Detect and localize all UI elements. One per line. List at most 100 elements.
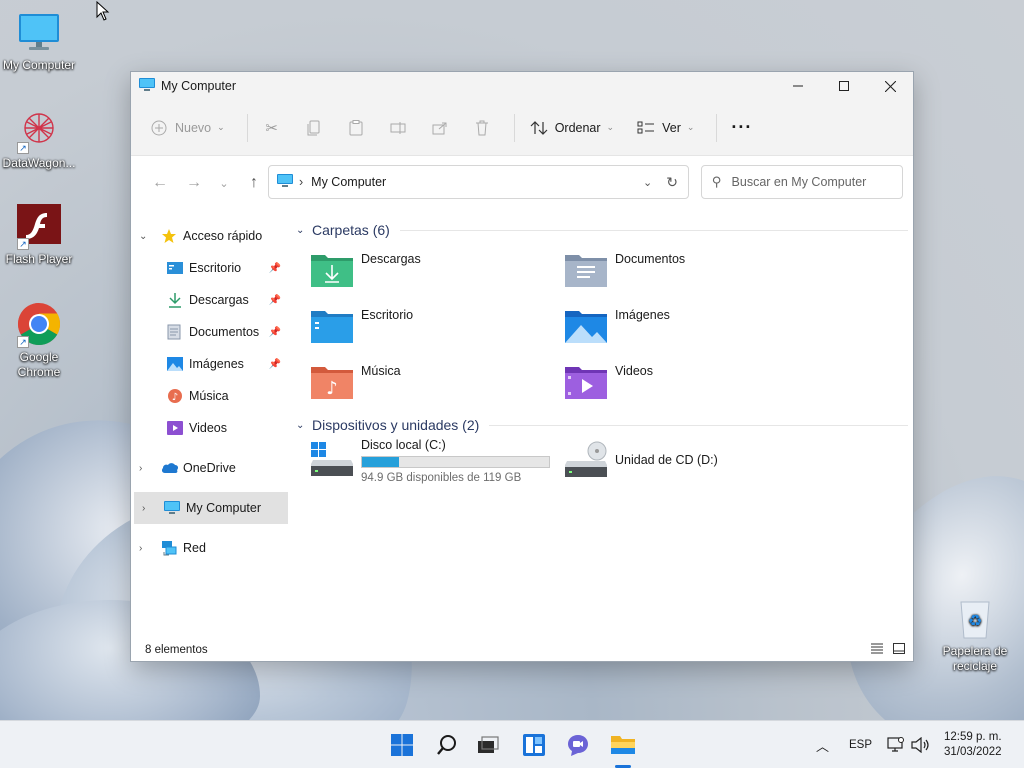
sidebar-item-label: Acceso rápido — [183, 229, 263, 243]
desktop-icon-recycle-bin[interactable]: ♻ Papelera de reciclaje — [936, 598, 1014, 674]
start-button[interactable] — [386, 729, 418, 761]
recent-locations-button[interactable]: ⌄ — [211, 177, 237, 190]
folder-imagenes[interactable]: Imágenes — [565, 308, 670, 344]
chevron-up-icon: ︿ — [816, 738, 830, 754]
refresh-button[interactable]: ↻ — [666, 174, 678, 191]
file-explorer-taskbar-button[interactable] — [607, 729, 639, 761]
sidebar-item-videos[interactable]: Videos — [131, 412, 291, 444]
desktop-icon-label: Papelera de reciclaje — [942, 644, 1008, 673]
view-button[interactable]: Ver ⌄ — [636, 118, 694, 138]
forward-button[interactable]: → — [177, 174, 211, 192]
folder-label: Imágenes — [615, 308, 670, 322]
minimize-button[interactable] — [775, 72, 821, 100]
delete-button[interactable] — [472, 118, 492, 138]
devices-group-header[interactable]: ⌄ Dispositivos y unidades (2) — [296, 415, 908, 435]
chevron-down-icon: ⌄ — [217, 122, 225, 132]
sidebar-item-imagenes[interactable]: Imágenes 📌 — [131, 348, 291, 380]
svg-text:♻: ♻ — [968, 611, 982, 630]
volume-button[interactable] — [911, 721, 931, 768]
divider — [513, 113, 515, 142]
sort-button[interactable]: Ordenar ⌄ — [529, 118, 614, 138]
drive-d[interactable]: Unidad de CD (D:) — [565, 438, 718, 482]
more-icon: ··· — [731, 117, 753, 137]
chevron-down-icon: ⌄ — [296, 224, 305, 236]
widgets-button[interactable] — [518, 729, 550, 761]
window-title: My Computer — [161, 79, 237, 93]
sort-label: Ordenar — [554, 120, 601, 135]
clock[interactable]: 12:59 p. m. 31/03/2022 — [944, 721, 1002, 768]
monitor-icon — [164, 501, 186, 515]
maximize-button[interactable] — [821, 72, 867, 100]
search-button[interactable] — [431, 729, 463, 761]
language-indicator[interactable]: ESP — [849, 721, 872, 768]
search-input[interactable]: ⚲ Buscar en My Computer — [701, 165, 903, 199]
svg-text:♪: ♪ — [326, 378, 338, 399]
sidebar-item-label: Escritorio — [189, 261, 242, 275]
sort-icon — [529, 118, 549, 138]
speaker-icon — [911, 737, 929, 753]
folders-group-header[interactable]: ⌄ Carpetas (6) — [296, 220, 908, 240]
desktop-icon-google-chrome[interactable]: ↗ Google Chrome — [0, 302, 78, 380]
pictures-folder-icon — [565, 308, 607, 344]
desktop-icon-my-computer[interactable]: My Computer — [0, 10, 78, 73]
file-explorer-window: My Computer Nuevo ⌄ ✂ Ordenar ⌄ Ver ⌄ ··… — [130, 71, 914, 662]
drive-c[interactable]: Disco local (C:) 94.9 GB disponibles de … — [311, 438, 550, 484]
svg-text:♪: ♪ — [172, 392, 178, 403]
sidebar-item-label: Descargas — [189, 293, 249, 307]
copy-icon — [304, 118, 324, 138]
scissors-icon: ✂ — [265, 119, 278, 137]
tiles-view-button[interactable] — [893, 643, 905, 657]
desktop-icon-flash-player[interactable]: ↗ Flash Player — [0, 204, 78, 267]
network-status-button[interactable] — [887, 721, 905, 768]
folder-descargas[interactable]: Descargas — [311, 252, 421, 288]
share-button[interactable] — [430, 118, 450, 138]
rename-button[interactable] — [388, 118, 408, 138]
view-label: Ver — [662, 120, 681, 135]
hard-drive-icon — [311, 438, 353, 484]
folder-musica[interactable]: ♪ Música — [311, 364, 401, 400]
task-view-button[interactable] — [472, 729, 504, 761]
sidebar-item-quick-access[interactable]: ⌄ Acceso rápido — [131, 220, 291, 252]
up-button[interactable]: ↑ — [237, 174, 271, 192]
chevron-right-icon: › — [139, 542, 143, 554]
language-label: ESP — [849, 739, 873, 751]
recycle-bin-icon: ♻ — [957, 598, 993, 640]
pin-icon: 📌 — [268, 262, 281, 274]
share-icon — [430, 118, 450, 138]
back-button[interactable]: ← — [143, 174, 177, 192]
folder-documentos[interactable]: Documentos — [565, 252, 685, 288]
desktop-icon-label: DataWagon... — [2, 156, 76, 170]
breadcrumb-chevron-icon: › — [299, 175, 304, 189]
cut-button[interactable]: ✂ — [262, 118, 282, 138]
desktop-icon-datawagon[interactable]: ↗ DataWagon... — [0, 108, 78, 171]
address-dropdown-button[interactable]: ⌄ — [643, 176, 652, 189]
folder-videos[interactable]: Videos — [565, 364, 653, 400]
monitor-icon — [139, 77, 155, 95]
sidebar-item-network[interactable]: › Red — [131, 532, 291, 564]
sidebar-item-musica[interactable]: ♪ Música — [131, 380, 291, 412]
more-options-button[interactable]: ··· — [731, 117, 752, 138]
close-button[interactable] — [867, 72, 913, 100]
sidebar-item-label: Videos — [189, 421, 227, 435]
show-hidden-icons-button[interactable]: ︿ — [816, 721, 829, 768]
cd-drive-icon — [565, 439, 607, 482]
search-placeholder: Buscar en My Computer — [731, 175, 867, 189]
sidebar-item-onedrive[interactable]: › OneDrive — [131, 452, 291, 484]
sidebar-item-documentos[interactable]: Documentos 📌 — [131, 316, 291, 348]
sidebar-item-my-computer[interactable]: › My Computer — [134, 492, 288, 524]
chrome-icon: ↗ — [17, 302, 61, 348]
chat-button[interactable] — [562, 729, 594, 761]
datawagon-icon: ↗ — [17, 108, 61, 154]
image-icon — [167, 357, 189, 371]
paste-button[interactable] — [346, 118, 366, 138]
folder-escritorio[interactable]: Escritorio — [311, 308, 413, 344]
address-bar[interactable]: › My Computer ⌄ ↻ — [268, 165, 689, 199]
breadcrumb[interactable]: My Computer — [311, 175, 386, 189]
details-view-button[interactable] — [871, 643, 883, 657]
copy-button[interactable] — [304, 118, 324, 138]
sidebar-item-descargas[interactable]: Descargas 📌 — [131, 284, 291, 316]
minimize-icon — [793, 85, 803, 87]
sidebar-item-escritorio[interactable]: Escritorio 📌 — [131, 252, 291, 284]
pin-icon: 📌 — [268, 294, 281, 306]
new-button[interactable]: Nuevo ⌄ — [149, 118, 225, 138]
